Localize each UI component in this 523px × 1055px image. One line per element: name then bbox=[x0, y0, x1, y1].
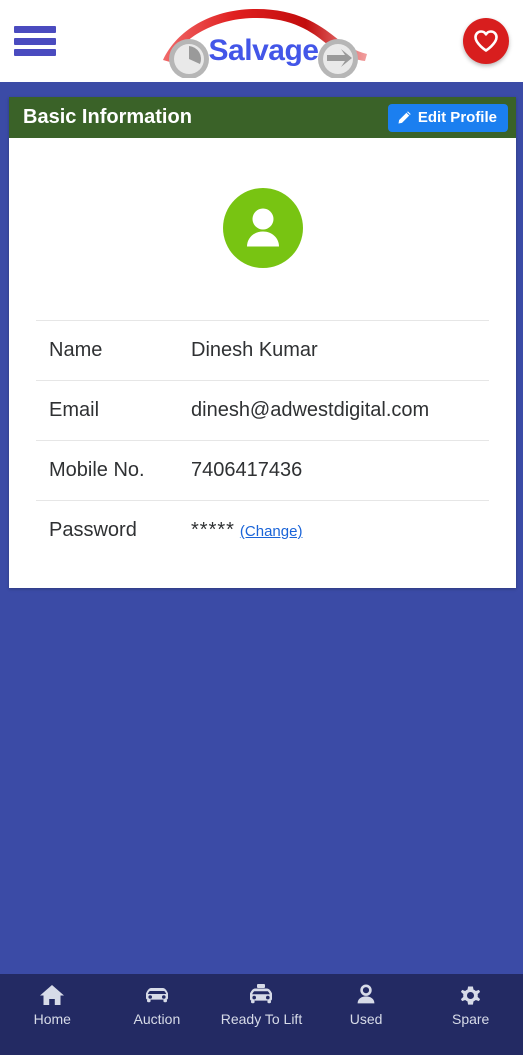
card-body: Name Dinesh Kumar Email dinesh@adwestdig… bbox=[9, 138, 516, 588]
row-value-name: Dinesh Kumar bbox=[181, 320, 489, 381]
nav-item-auction[interactable]: Auction bbox=[105, 982, 210, 1028]
change-password-link[interactable]: (Change) bbox=[240, 523, 303, 540]
nav-label-home: Home bbox=[33, 1011, 71, 1027]
hamburger-bar bbox=[14, 37, 56, 45]
car-icon bbox=[142, 982, 172, 1008]
nav-label-auction: Auction bbox=[133, 1011, 181, 1027]
row-label-name: Name bbox=[36, 320, 181, 381]
favorites-button[interactable] bbox=[463, 18, 509, 64]
table-row: Mobile No. 7406417436 bbox=[36, 440, 489, 501]
nav-label-spare: Spare bbox=[451, 1011, 490, 1027]
nav-item-spare[interactable]: Spare bbox=[418, 982, 523, 1028]
basic-information-card: Basic Information Edit Profile Name Dine… bbox=[9, 97, 516, 588]
edit-profile-label: Edit Profile bbox=[417, 109, 497, 126]
hamburger-bar bbox=[14, 49, 56, 56]
nav-label-used: Used bbox=[349, 1011, 383, 1027]
nav-item-ready-to-lift[interactable]: Ready To Lift bbox=[209, 982, 314, 1028]
row-label-password: Password bbox=[36, 500, 181, 560]
taxi-icon bbox=[246, 982, 276, 1008]
table-row: Password ***** (Change) bbox=[36, 500, 489, 560]
pencil-icon bbox=[398, 111, 411, 124]
page-title: Basic Information bbox=[23, 106, 192, 128]
brand-name: Salvage bbox=[208, 34, 319, 67]
gear-icon bbox=[458, 982, 483, 1008]
row-label-mobile: Mobile No. bbox=[36, 440, 181, 501]
avatar-container bbox=[9, 138, 516, 320]
top-app-bar: Salvage bbox=[0, 0, 523, 82]
table-row: Name Dinesh Kumar bbox=[36, 320, 489, 381]
row-value-email: dinesh@adwestdigital.com bbox=[181, 380, 489, 441]
hamburger-bar bbox=[14, 26, 56, 33]
bottom-navigation-bar: Home Auction Ready To Lift Used Spare bbox=[0, 974, 523, 1055]
avatar bbox=[222, 188, 303, 268]
user-avatar-icon bbox=[246, 208, 279, 247]
nav-item-home[interactable]: Home bbox=[0, 982, 105, 1028]
brand-logo[interactable]: Salvage bbox=[149, 4, 379, 78]
profile-info-table: Name Dinesh Kumar Email dinesh@adwestdig… bbox=[36, 320, 489, 560]
person-icon bbox=[354, 982, 378, 1008]
nav-label-ready-to-lift: Ready To Lift bbox=[220, 1011, 303, 1027]
row-label-email: Email bbox=[36, 380, 181, 441]
heart-icon bbox=[474, 30, 498, 52]
row-value-password: ***** (Change) bbox=[181, 500, 489, 560]
edit-profile-button[interactable]: Edit Profile bbox=[387, 103, 508, 132]
card-header: Basic Information Edit Profile bbox=[9, 97, 516, 138]
password-mask: ***** bbox=[191, 519, 235, 541]
row-value-mobile: 7406417436 bbox=[181, 440, 489, 501]
nav-item-used[interactable]: Used bbox=[314, 982, 419, 1028]
hamburger-menu-icon[interactable] bbox=[14, 24, 56, 58]
home-icon bbox=[39, 982, 65, 1008]
table-row: Email dinesh@adwestdigital.com bbox=[36, 380, 489, 441]
app-screen: Salvage Basic Information Edit Profile N… bbox=[0, 0, 523, 1055]
